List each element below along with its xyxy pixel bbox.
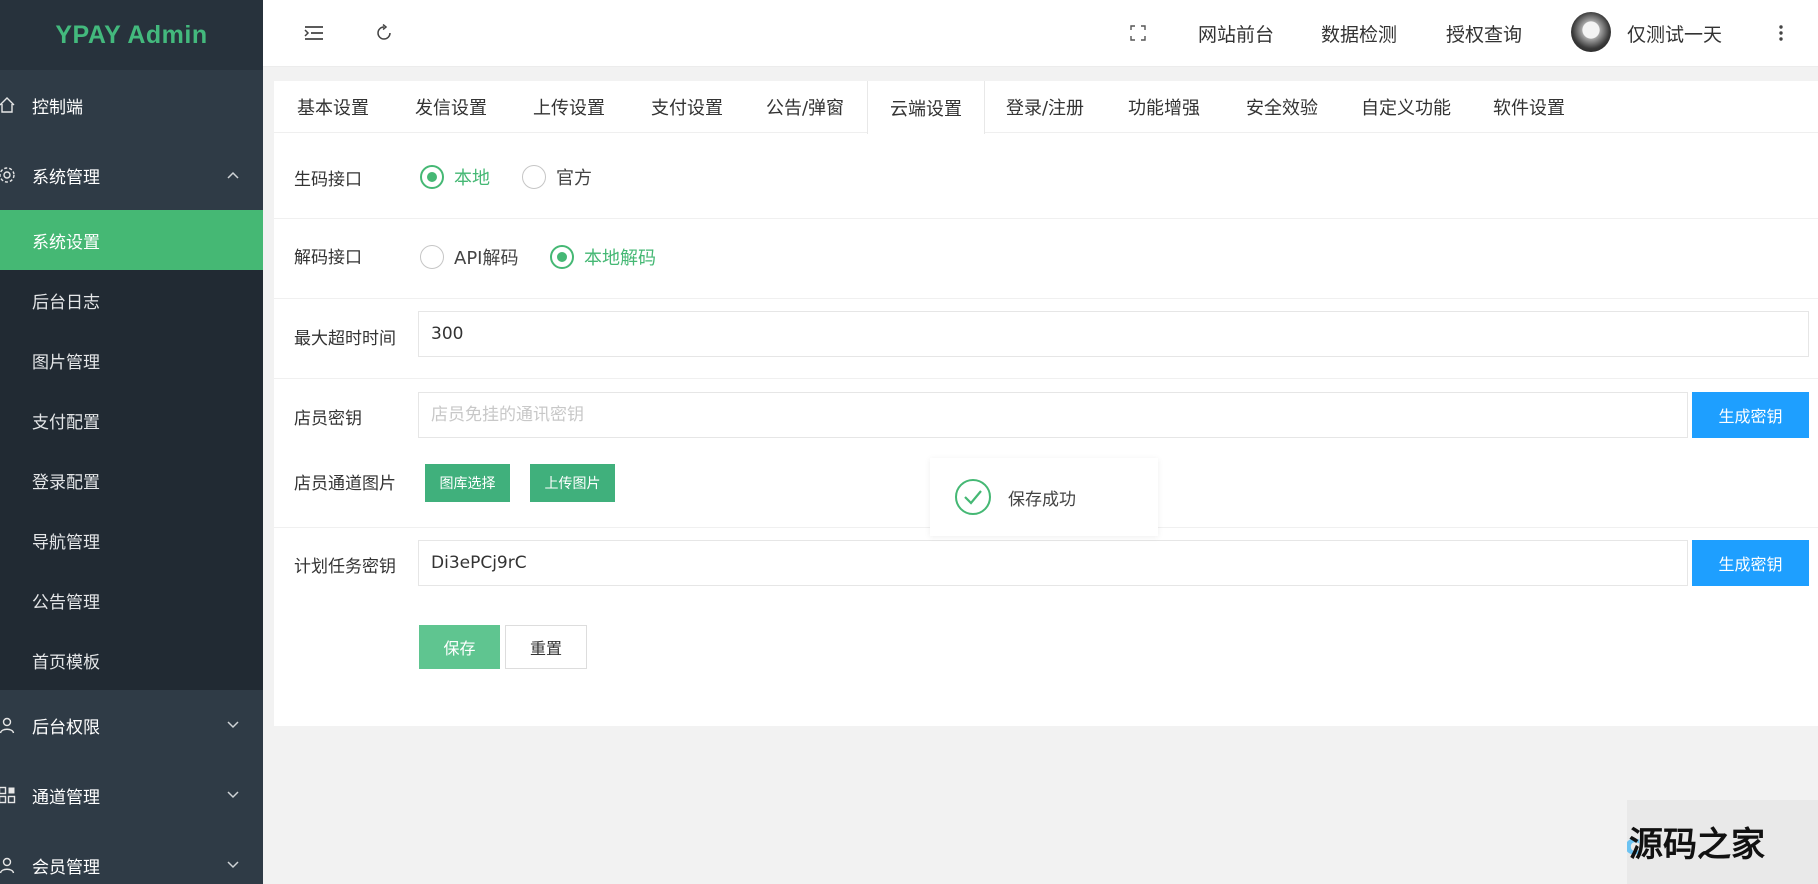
radio-label: 官方 [556, 168, 592, 189]
tab-login-register[interactable]: 登录/注册 [985, 81, 1105, 133]
check-circle-icon [954, 478, 992, 516]
sidebar-subitem-payment-config[interactable]: 支付配置 [0, 390, 263, 450]
tab-payment[interactable]: 支付设置 [628, 81, 746, 133]
divider [274, 218, 1818, 219]
radio-circle [420, 165, 444, 189]
timeout-label: 最大超时时间 [294, 329, 396, 349]
menu-collapse-icon[interactable] [299, 18, 329, 48]
success-toast: 保存成功 [930, 458, 1158, 536]
radio-circle [550, 245, 574, 269]
radio-label: 本地 [454, 168, 490, 189]
upload-image-button[interactable]: 上传图片 [530, 464, 615, 502]
tab-mail[interactable]: 发信设置 [392, 81, 510, 133]
top-bar: 网站前台 数据检测 授权查询 仅测试一天 [263, 0, 1818, 67]
sidebar-subitem-images[interactable]: 图片管理 [0, 330, 263, 390]
sidebar-item-label: 会员管理 [32, 857, 100, 878]
clerk-image-label: 店员通道图片 [294, 474, 396, 494]
avatar[interactable] [1571, 12, 1611, 52]
sidebar-item-label: 系统管理 [32, 167, 100, 188]
sidebar-item-channels[interactable]: 通道管理 [0, 760, 263, 830]
sidebar-item-admin-permissions[interactable]: 后台权限 [0, 690, 263, 760]
nav-link-data-check[interactable]: 数据检测 [1321, 20, 1397, 47]
divider [274, 378, 1818, 379]
radio-decode-api-remote[interactable]: API解码 [420, 244, 518, 270]
gear-icon [0, 165, 17, 185]
sidebar-subitem-system-settings[interactable]: 系统设置 [0, 210, 263, 270]
sidebar: YPAY Admin 控制端 系统管理 系统设置 后台日志 图片管理 支付配置 … [0, 0, 263, 884]
more-vertical-icon[interactable] [1766, 18, 1796, 48]
divider [274, 298, 1818, 299]
sidebar-item-system[interactable]: 系统管理 [0, 140, 263, 210]
svg-text:源码之家: 源码之家 [1629, 825, 1765, 865]
fullscreen-icon[interactable] [1123, 18, 1153, 48]
radio-decode-api-local[interactable]: 本地解码 [550, 244, 656, 270]
timeout-input[interactable] [418, 311, 1809, 357]
code-api-label: 生码接口 [294, 170, 362, 190]
radio-code-api-local[interactable]: 本地 [420, 164, 490, 190]
radio-circle [522, 165, 546, 189]
nav-link-site-front[interactable]: 网站前台 [1198, 20, 1274, 47]
settings-tabs: 基本设置 发信设置 上传设置 支付设置 公告/弹窗 云端设置 登录/注册 功能增… [274, 81, 1818, 134]
sidebar-item-label: 后台权限 [32, 717, 100, 738]
radio-circle [420, 245, 444, 269]
sidebar-item-label: 通道管理 [32, 787, 100, 808]
clerk-key-input[interactable] [418, 392, 1688, 438]
radio-code-api-official[interactable]: 官方 [522, 164, 592, 190]
nav-link-license-query[interactable]: 授权查询 [1446, 20, 1522, 47]
tab-software[interactable]: 软件设置 [1471, 81, 1587, 133]
reset-button[interactable]: 重置 [505, 625, 587, 669]
tab-cloud[interactable]: 云端设置 [867, 81, 985, 134]
cron-key-input[interactable] [418, 540, 1688, 586]
tab-enhancement[interactable]: 功能增强 [1105, 81, 1223, 133]
radio-label: 本地解码 [584, 248, 656, 269]
submenu-system: 系统设置 后台日志 图片管理 支付配置 登录配置 导航管理 公告管理 首页模板 [0, 210, 263, 690]
user-icon [0, 855, 17, 875]
apps-icon [0, 785, 17, 805]
cron-key-label: 计划任务密钥 [294, 557, 396, 577]
brand-logo: YPAY Admin [0, 0, 263, 70]
chevron-down-icon [227, 858, 239, 873]
tab-upload[interactable]: 上传设置 [510, 81, 628, 133]
tab-announcement[interactable]: 公告/弹窗 [746, 81, 864, 133]
watermark: HzKu.c 源码之家 [1533, 800, 1818, 884]
generate-clerk-key-button[interactable]: 生成密钥 [1692, 392, 1809, 438]
decode-api-label: 解码接口 [294, 248, 362, 268]
toast-message: 保存成功 [1008, 489, 1076, 510]
sidebar-subitem-admin-log[interactable]: 后台日志 [0, 270, 263, 330]
chevron-down-icon [227, 718, 239, 733]
sidebar-subitem-announcements[interactable]: 公告管理 [0, 570, 263, 630]
home-icon [0, 95, 17, 115]
sidebar-subitem-navigation[interactable]: 导航管理 [0, 510, 263, 570]
sidebar-subitem-login-config[interactable]: 登录配置 [0, 450, 263, 510]
gallery-select-button[interactable]: 图库选择 [425, 464, 510, 502]
chevron-down-icon [227, 788, 239, 803]
sidebar-item-label: 控制端 [32, 97, 83, 118]
settings-card: 基本设置 发信设置 上传设置 支付设置 公告/弹窗 云端设置 登录/注册 功能增… [274, 81, 1818, 726]
user-icon [0, 715, 17, 735]
radio-label: API解码 [454, 248, 519, 269]
generate-cron-key-button[interactable]: 生成密钥 [1692, 540, 1809, 586]
sidebar-item-console[interactable]: 控制端 [0, 70, 263, 140]
refresh-icon[interactable] [369, 18, 399, 48]
save-button[interactable]: 保存 [419, 625, 500, 669]
tab-basic[interactable]: 基本设置 [274, 81, 392, 133]
clerk-key-label: 店员密钥 [294, 409, 362, 429]
sidebar-subitem-home-template[interactable]: 首页模板 [0, 630, 263, 690]
tab-custom[interactable]: 自定义功能 [1341, 81, 1471, 133]
sidebar-item-members[interactable]: 会员管理 [0, 830, 263, 884]
username[interactable]: 仅测试一天 [1627, 20, 1722, 47]
chevron-up-icon [227, 168, 239, 183]
tab-security[interactable]: 安全效验 [1223, 81, 1341, 133]
